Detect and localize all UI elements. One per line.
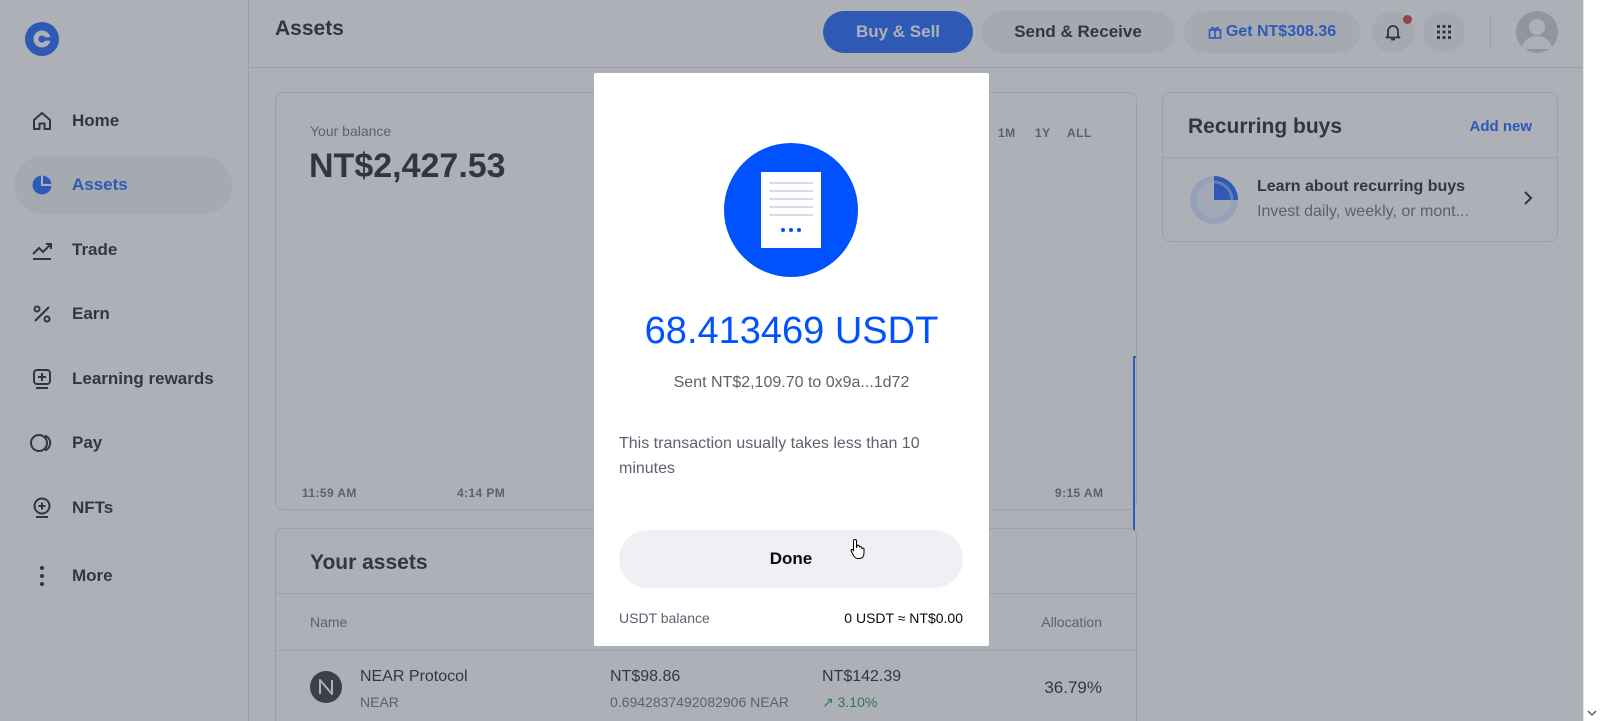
done-button[interactable]: Done: [619, 530, 963, 588]
sent-amount: 68.413469 USDT: [644, 310, 939, 352]
hand-pointer-cursor-icon: [850, 538, 865, 559]
usdt-balance-value: 0 USDT ≈ NT$0.00: [844, 610, 963, 626]
receipt-icon: [724, 143, 858, 277]
usdt-balance-label: USDT balance: [619, 610, 710, 626]
sent-details: Sent NT$2,109.70 to 0x9a...1d72: [673, 374, 910, 391]
transaction-info-text: This transaction usually takes less than…: [619, 435, 920, 477]
page-scrollbar[interactable]: [1583, 0, 1600, 721]
scroll-down-arrow-icon[interactable]: [1584, 708, 1600, 718]
transaction-sent-dialog: 68.413469 USDT Sent NT$2,109.70 to 0x9a.…: [594, 73, 989, 646]
